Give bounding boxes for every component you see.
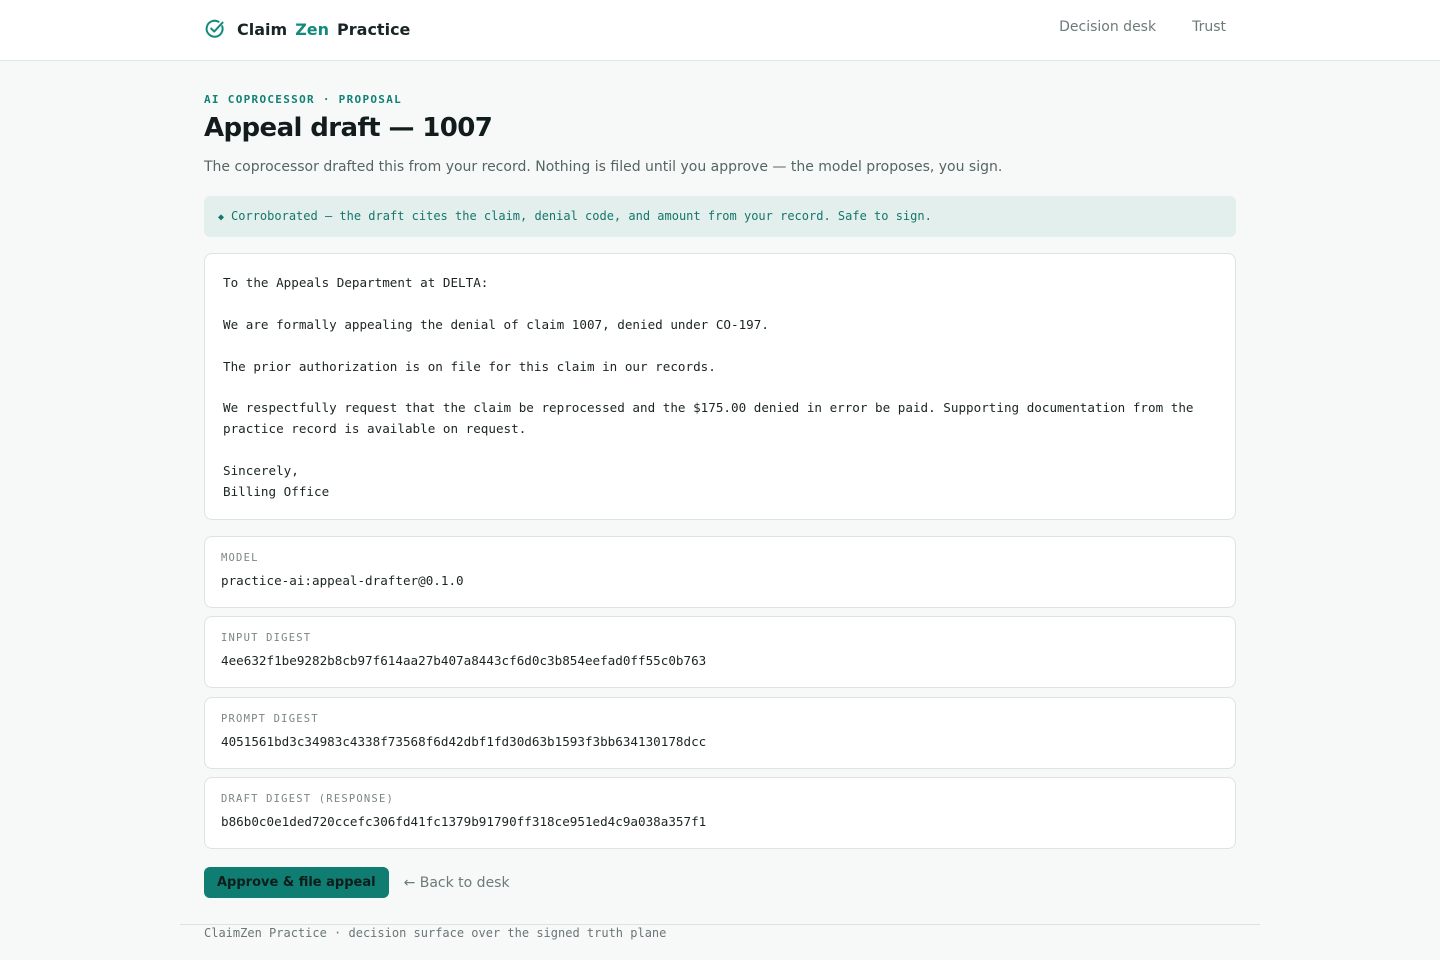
check-circle-icon (204, 18, 226, 40)
diamond-icon: ◆ (218, 212, 225, 223)
model-card: MODEL practice-ai:appeal-drafter@0.1.0 (204, 536, 1236, 608)
letter-closing: Sincerely, (223, 462, 299, 478)
letter-paragraph-3: We respectfully request that the claim b… (223, 400, 1202, 437)
letter-salutation: To the Appeals Department at DELTA: (223, 275, 489, 290)
back-to-desk-link[interactable]: ← Back to desk (404, 875, 510, 891)
prompt-digest-card: PROMPT DIGEST 4051561bd3c34983c4338f7356… (204, 697, 1236, 769)
page-eyebrow: AI COPROCESSOR · PROPOSAL (204, 93, 403, 106)
draft-digest-card: DRAFT DIGEST (RESPONSE) b86b0c0e1ded720c… (204, 777, 1236, 849)
approve-file-appeal-button[interactable]: Approve & file appeal (204, 867, 389, 898)
brand-word-practice: Practice (337, 19, 411, 39)
letter-paragraph-2: The prior authorization is on file for t… (223, 358, 716, 374)
brand-word-claim: Claim (237, 19, 288, 39)
appeal-letter: To the Appeals Department at DELTA: We a… (204, 253, 1236, 520)
brand-word-zen: Zen (295, 19, 330, 39)
input-digest-label: INPUT DIGEST (221, 632, 312, 644)
corroboration-banner: ◆ Corroborated — the draft cites the clai… (204, 196, 1236, 237)
top-bar: Claim Zen Practice Decision desk Trust (0, 0, 1440, 61)
page-footer: ClaimZen Practice · decision surface ove… (204, 926, 667, 940)
draft-digest-value: b86b0c0e1ded720ccefc306fd41fc1379b91790f… (221, 814, 707, 829)
prompt-digest-value: 4051561bd3c34983c4338f73568f6d42dbf1fd30… (221, 734, 707, 749)
letter-signature: Billing Office (223, 483, 330, 499)
nav-decision-desk[interactable]: Decision desk (1059, 19, 1156, 35)
model-label: MODEL (221, 552, 259, 564)
brand-logo[interactable]: Claim Zen Practice (204, 17, 410, 41)
letter-paragraph-1: We are formally appealing the denial of … (223, 316, 769, 332)
prompt-digest-label: PROMPT DIGEST (221, 713, 319, 725)
model-value: practice-ai:appeal-drafter@0.1.0 (221, 573, 464, 588)
input-digest-value: 4ee632f1be9282b8cb97f614aa27b407a8443cf6… (221, 653, 707, 668)
top-nav: Decision desk Trust (1023, 19, 1226, 35)
nav-trust[interactable]: Trust (1192, 19, 1226, 35)
corroboration-text: Corroborated — the draft cites the claim… (231, 209, 932, 223)
draft-digest-label: DRAFT DIGEST (RESPONSE) (221, 793, 394, 805)
action-row: Approve & file appeal ← Back to desk (204, 867, 510, 898)
page-description: The coprocessor drafted this from your r… (204, 159, 1003, 175)
page-title: Appeal draft — 1007 (204, 113, 493, 143)
footer-divider (180, 924, 1260, 925)
input-digest-card: INPUT DIGEST 4ee632f1be9282b8cb97f614aa2… (204, 616, 1236, 688)
